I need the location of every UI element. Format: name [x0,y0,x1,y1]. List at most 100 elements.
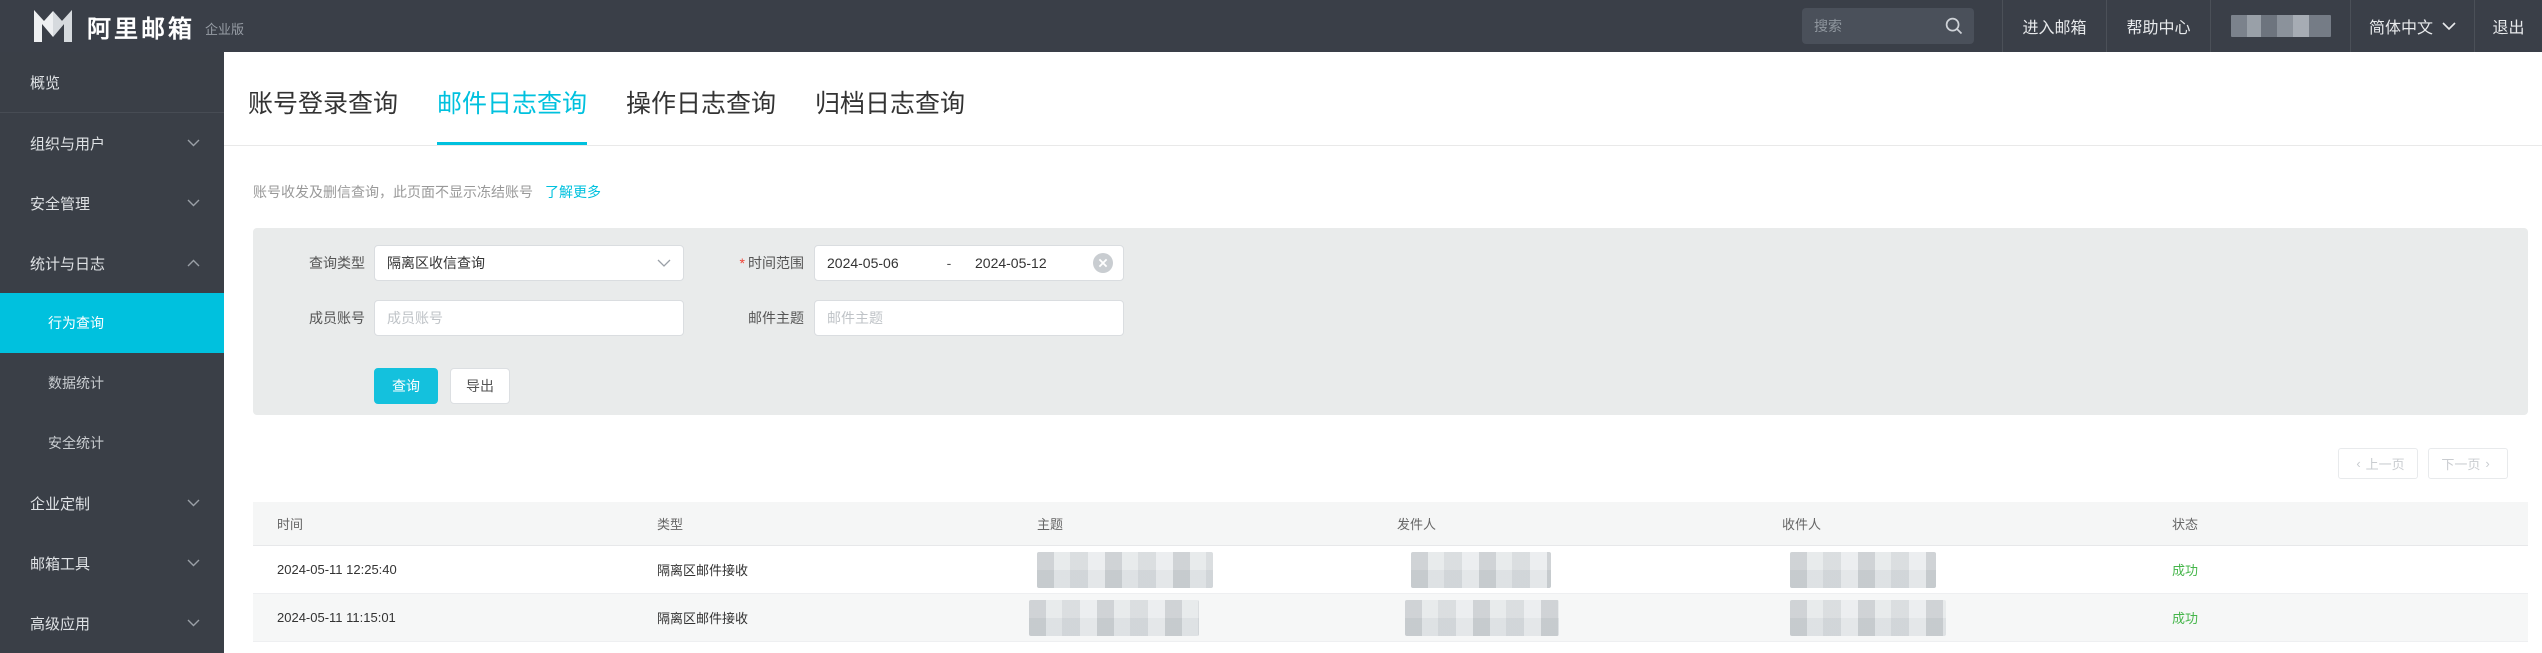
tab-mail-log-query[interactable]: 邮件日志查询 [437,84,587,145]
cell-time: 2024-05-11 12:25:40 [277,562,657,577]
form-row-1: 查询类型 隔离区收信查询 *时间范围 2024-05-06 - 2024-05-… [253,245,2528,281]
account-menu[interactable] [2210,0,2350,52]
next-icon: › [2485,456,2489,471]
sidebar-subitem-label: 数据统计 [48,373,104,393]
topbar-search[interactable] [1802,8,1974,44]
next-page-button[interactable]: 下一页 › [2428,448,2508,479]
sidebar-item-label: 安全管理 [30,193,90,214]
language-selector[interactable]: 简体中文 [2350,0,2474,52]
sidebar-subitem-label: 行为查询 [48,313,104,333]
sidebar-item-behavior-query[interactable]: 行为查询 [0,293,224,353]
main-content: 账号登录查询 邮件日志查询 操作日志查询 归档日志查询 账号收发及删信查询，此页… [224,52,2542,653]
clear-circle-icon[interactable] [1092,252,1114,274]
redacted-subject [1037,552,1213,588]
sidebar-subitem-label: 安全统计 [48,433,104,453]
table-row: 2024-05-11 11:15:01 隔离区邮件接收 成功 [253,594,2528,642]
col-recipient: 收件人 [1782,514,2172,533]
col-type: 类型 [657,514,1037,533]
log-table: 时间 类型 主题 发件人 收件人 状态 2024-05-11 12:25:40 … [253,502,2528,642]
redacted-sender [1411,552,1551,588]
tab-archive-log-query[interactable]: 归档日志查询 [815,84,965,145]
topbar-right: 进入邮箱 帮助中心 简体中文 退出 [1802,0,2542,52]
tab-operation-log-query[interactable]: 操作日志查询 [626,84,776,145]
chevron-down-icon [187,619,200,627]
sidebar-item-overview[interactable]: 概览 [0,52,224,113]
page-notice: 账号收发及删信查询，此页面不显示冻结账号 了解更多 [253,182,2542,202]
tab-bar: 账号登录查询 邮件日志查询 操作日志查询 归档日志查询 [224,52,2542,146]
learn-more-link[interactable]: 了解更多 [545,182,601,202]
chevron-down-icon [187,139,200,147]
redacted-account-name [2231,15,2331,37]
pagination: ‹ 上一页 下一页 › [224,448,2508,479]
mail-subject-input[interactable] [814,300,1124,336]
sidebar-item-stats-logs[interactable]: 统计与日志 [0,233,224,293]
sidebar-item-label: 企业定制 [30,493,90,514]
help-center-button[interactable]: 帮助中心 [2106,0,2210,52]
alimail-logo-icon [33,8,73,44]
date-separator: - [923,255,975,271]
sidebar-item-label: 统计与日志 [30,253,105,274]
query-type-label: 查询类型 [253,253,374,273]
date-end-value[interactable]: 2024-05-12 [975,255,1071,271]
prev-page-label: 上一页 [2366,454,2405,473]
sidebar-item-security-stats[interactable]: 安全统计 [0,413,224,473]
redacted-subject [1029,600,1199,636]
required-mark: * [740,255,745,271]
search-icon[interactable] [1944,16,1964,36]
date-start-value[interactable]: 2024-05-06 [827,255,923,271]
brand-edition: 企业版 [205,19,244,38]
export-button[interactable]: 导出 [450,368,510,404]
logout-button[interactable]: 退出 [2474,0,2542,52]
table-header: 时间 类型 主题 发件人 收件人 状态 [253,502,2528,546]
sidebar-item-label: 概览 [30,72,60,93]
sidebar-item-enterprise-custom[interactable]: 企业定制 [0,473,224,533]
language-label: 简体中文 [2369,14,2433,38]
notice-text: 账号收发及删信查询，此页面不显示冻结账号 [253,182,533,202]
redacted-recipient [1790,600,1946,636]
brand-name: 阿里邮箱 [87,9,195,44]
chevron-up-icon [187,259,200,267]
mail-subject-label: 邮件主题 [684,308,814,328]
chevron-down-icon [187,559,200,567]
sidebar-item-advanced-apps[interactable]: 高级应用 [0,593,224,653]
sidebar-item-security-mgmt[interactable]: 安全管理 [0,173,224,233]
sidebar-item-label: 高级应用 [30,613,90,634]
chevron-down-icon [187,199,200,207]
member-account-label: 成员账号 [253,308,374,328]
table-row: 2024-05-11 12:25:40 隔离区邮件接收 成功 [253,546,2528,594]
sidebar-item-mailbox-tools[interactable]: 邮箱工具 [0,533,224,593]
prev-icon: ‹ [2356,456,2360,471]
search-button[interactable]: 查询 [374,368,438,404]
redacted-recipient [1790,552,1936,588]
next-page-label: 下一页 [2441,454,2480,473]
form-buttons: 查询 导出 [253,368,2528,404]
status-badge: 成功 [2172,608,2528,627]
enter-mailbox-button[interactable]: 进入邮箱 [2002,0,2106,52]
chevron-down-icon [657,259,671,268]
query-type-value: 隔离区收信查询 [387,253,485,273]
search-input[interactable] [1814,18,1944,34]
cell-type: 隔离区邮件接收 [657,608,1037,627]
redacted-sender [1405,600,1559,636]
tab-account-login-query[interactable]: 账号登录查询 [248,84,398,145]
date-range-input[interactable]: 2024-05-06 - 2024-05-12 [814,245,1124,281]
col-time: 时间 [277,514,657,533]
form-row-2: 成员账号 邮件主题 [253,300,2528,336]
date-range-label: *时间范围 [684,253,814,273]
query-type-select[interactable]: 隔离区收信查询 [374,245,684,281]
sidebar-item-label: 邮箱工具 [30,553,90,574]
brand: 阿里邮箱 企业版 [33,8,244,44]
col-subject: 主题 [1037,514,1397,533]
sidebar-item-data-stats[interactable]: 数据统计 [0,353,224,413]
prev-page-button[interactable]: ‹ 上一页 [2338,448,2418,479]
member-account-input[interactable] [374,300,684,336]
cell-time: 2024-05-11 11:15:01 [277,610,657,625]
sidebar-item-label: 组织与用户 [30,133,105,154]
cell-type: 隔离区邮件接收 [657,560,1037,579]
chevron-down-icon [187,499,200,507]
sidebar-item-org-users[interactable]: 组织与用户 [0,113,224,173]
date-range-label-text: 时间范围 [748,255,804,271]
col-sender: 发件人 [1397,514,1782,533]
topbar: 阿里邮箱 企业版 进入邮箱 帮助中心 简体中文 退出 [0,0,2542,52]
col-status: 状态 [2172,514,2528,533]
